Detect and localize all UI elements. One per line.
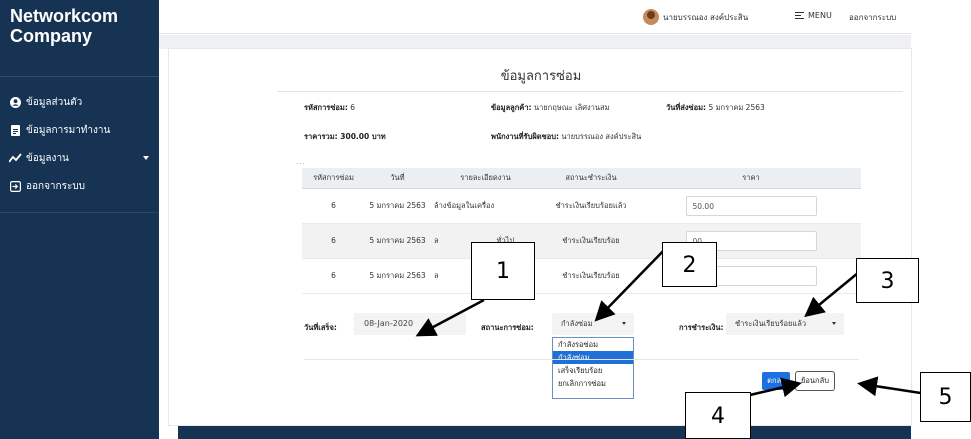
repair-status-dropdown: กำลังรอซ่อม กำลังซ่อม เสร็จเรียบร้อย ยกเ… xyxy=(552,337,634,399)
table-row: 6 5 มกราคม 2563 ล ชำระเงินเรียบร้อย 00 xyxy=(302,258,861,294)
repair-id-info: รหัสการซ่อม: 6 xyxy=(304,102,355,114)
content-background xyxy=(159,35,911,49)
id-card-icon xyxy=(8,123,22,137)
sent-date-label: วันที่ส่งซ่อม: xyxy=(666,103,707,112)
sidebar-item-label: ข้อมูลการมาทำงาน xyxy=(26,124,111,136)
sidebar-item-label: ข้อมูลส่วนตัว xyxy=(26,96,83,108)
menu-label: MENU xyxy=(808,10,832,20)
repair-detail-card: ข้อมูลการซ่อม รหัสการซ่อม: 6 ข้อมูลลูกค้… xyxy=(168,48,912,426)
total-price-label: ราคารวม: 300.00 บาท xyxy=(304,132,386,141)
customer-value: นายกฤษณะ เลิศงานสม xyxy=(533,103,610,112)
menu-icon xyxy=(795,10,804,21)
ellipsis-text: ... xyxy=(296,158,306,166)
repair-id-label: รหัสการซ่อม: xyxy=(304,103,348,112)
customer-label: ข้อมูลลูกค้า: xyxy=(491,103,532,112)
cell-status: ชำระเงินเรียบร้อย xyxy=(541,223,641,259)
caret-down-icon xyxy=(622,322,626,325)
total-price-info: ราคารวม: 300.00 บาท xyxy=(304,131,386,143)
staff-info: พนักงานที่รับผิดชอบ: นายบรรณอง สงค์ประสิ… xyxy=(491,131,641,143)
repair-id-value: 6 xyxy=(350,103,356,112)
avatar[interactable] xyxy=(643,9,659,25)
form-divider xyxy=(304,359,859,360)
repair-status-label: สถานะการซ่อม: xyxy=(481,323,534,332)
price-input[interactable]: 50.00 xyxy=(685,195,817,216)
cell-id: 6 xyxy=(302,258,365,294)
cell-date: 5 มกราคม 2563 xyxy=(365,223,430,259)
sidebar-item-jobs[interactable]: ข้อมูลงาน xyxy=(0,144,159,172)
column-header: ราคา xyxy=(641,168,861,189)
top-user-name[interactable]: นายบรรณอง สงค์ประสิน xyxy=(663,11,748,24)
user-circle-icon xyxy=(8,95,22,109)
customer-info: ข้อมูลลูกค้า: นายกฤษณะ เลิศงานสม xyxy=(491,102,610,114)
repair-status-selected: กำลังซ่อม xyxy=(561,319,593,328)
staff-label: พนักงานที่รับผิดชอบ: xyxy=(491,132,559,141)
brand-line2: Company xyxy=(10,26,93,46)
table-header-row: รหัสการซ่อม วันที่ รายละเอียดงาน สถานะชำ… xyxy=(302,168,861,189)
sent-date-info: วันที่ส่งซ่อม: 5 มกราคม 2563 xyxy=(666,102,765,114)
column-header: รายละเอียดงาน xyxy=(430,168,541,189)
column-header: วันที่ xyxy=(365,168,430,189)
caret-down-icon xyxy=(832,322,836,325)
cell-id: 6 xyxy=(302,188,365,224)
cell-date: 5 มกราคม 2563 xyxy=(365,188,430,224)
cell-status: ชำระเงินเรียบร้อย xyxy=(541,258,641,294)
payment-label: การชำระเงิน: xyxy=(679,323,724,332)
payment-selected: ชำระเงินเรียบร้อยแล้ว xyxy=(735,319,807,328)
title-divider xyxy=(277,91,903,92)
footer-bar xyxy=(178,426,911,439)
table-row: 6 5 มกราคม 2563 ล้างข้อมูลในเครื่อง ชำระ… xyxy=(302,188,861,224)
callout-4: 4 xyxy=(685,392,751,439)
repair-status-select[interactable]: กำลังซ่อม xyxy=(552,313,634,335)
brand-line1: Networkcom xyxy=(10,6,119,26)
cell-id: 6 xyxy=(302,223,365,259)
sign-out-icon xyxy=(8,179,22,193)
logout-link[interactable]: ออกจากระบบ xyxy=(849,11,896,24)
page-title: ข้อมูลการซ่อม xyxy=(500,69,582,84)
finish-date-label: วันที่เสร็จ: xyxy=(304,323,337,332)
table-row: 6 5 มกราคม 2563 ลทั่วไป ชำระเงินเรียบร้อ… xyxy=(302,223,861,259)
sidebar-divider xyxy=(0,212,159,213)
chevron-down-icon xyxy=(143,156,149,160)
cell-description: ล้างข้อมูลในเครื่อง xyxy=(430,188,541,224)
staff-value: นายบรรณอง สงค์ประสิน xyxy=(561,132,642,141)
menu-button[interactable]: MENU xyxy=(795,10,832,21)
dropdown-option-selected[interactable]: กำลังซ่อม xyxy=(553,351,633,364)
brand-divider xyxy=(0,76,159,77)
callout-3: 3 xyxy=(856,258,919,303)
column-header: รหัสการซ่อม xyxy=(302,168,365,189)
back-button[interactable]: ย้อนกลับ xyxy=(795,371,835,391)
sidebar-item-label: ข้อมูลงาน xyxy=(26,152,69,164)
sidebar-item-profile[interactable]: ข้อมูลส่วนตัว xyxy=(0,88,159,116)
dropdown-option[interactable]: ยกเลิกการซ่อม xyxy=(553,377,633,390)
cell-date: 5 มกราคม 2563 xyxy=(365,258,430,294)
sidebar-item-logout[interactable]: ออกจากระบบ xyxy=(0,172,159,200)
sidebar-item-label: ออกจากระบบ xyxy=(26,180,86,192)
payment-select[interactable]: ชำระเงินเรียบร้อยแล้ว xyxy=(726,313,844,335)
cell-status: ชำระเงินเรียบร้อยแล้ว xyxy=(541,188,641,224)
repair-items-table: รหัสการซ่อม วันที่ รายละเอียดงาน สถานะชำ… xyxy=(302,168,861,294)
brand-logo[interactable]: Networkcom Company xyxy=(10,6,118,46)
dropdown-option[interactable]: กำลังรอซ่อม xyxy=(553,338,633,351)
app-window: Networkcom Company ข้อมูลส่วนตัว ข้อมูลก… xyxy=(0,0,971,439)
column-header: สถานะชำระเงิน xyxy=(541,168,641,189)
top-navbar: นายบรรณอง สงค์ประสิน MENU ออกจากระบบ xyxy=(159,0,911,34)
callout-1: 1 xyxy=(471,242,535,300)
dropdown-option[interactable]: เสร็จเรียบร้อย xyxy=(553,364,633,377)
sidebar-item-attendance[interactable]: ข้อมูลการมาทำงาน xyxy=(0,116,159,144)
cell-price: 50.00 xyxy=(641,188,861,224)
callout-5: 5 xyxy=(920,372,971,422)
sidebar: Networkcom Company ข้อมูลส่วนตัว ข้อมูลก… xyxy=(0,0,159,439)
confirm-button[interactable]: ตกลง xyxy=(762,372,790,390)
finish-date-input[interactable]: 08-Jan-2020 xyxy=(354,313,466,335)
chart-line-icon xyxy=(8,151,22,165)
description-text: ล xyxy=(434,235,439,245)
sent-date-value: 5 มกราคม 2563 xyxy=(708,103,765,112)
callout-2: 2 xyxy=(662,242,717,287)
